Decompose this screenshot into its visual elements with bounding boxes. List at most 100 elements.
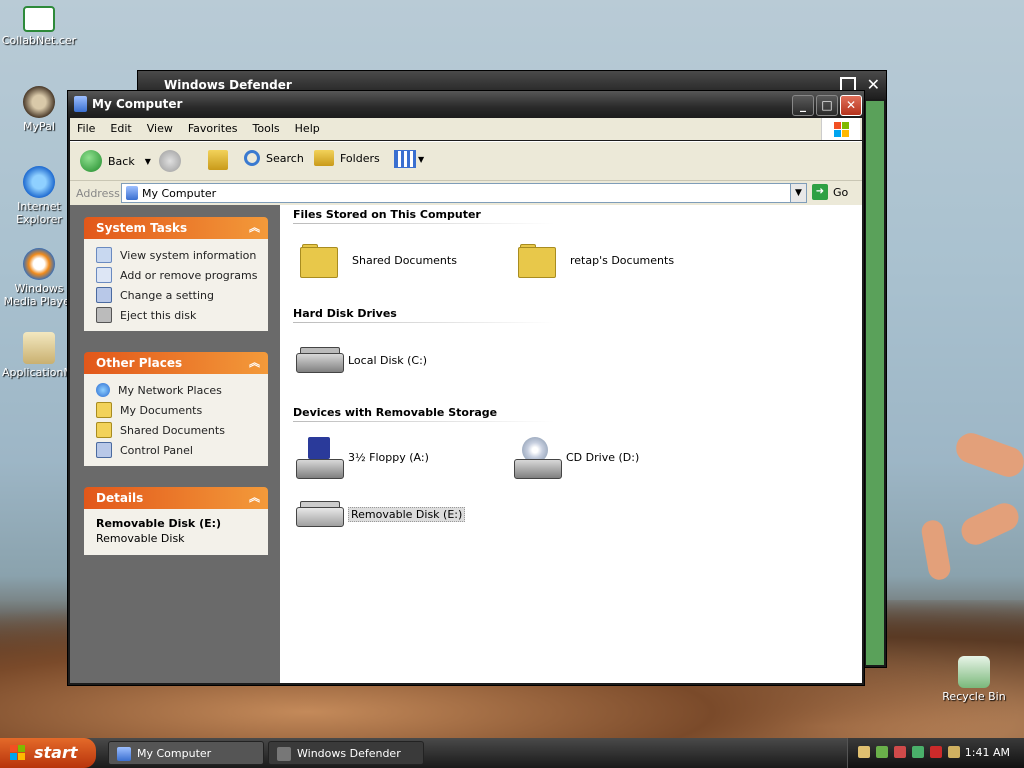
menu-favorites[interactable]: Favorites (181, 118, 246, 135)
address-dropdown-button[interactable]: ▼ (790, 184, 806, 202)
folders-button[interactable]: Folders (314, 150, 380, 166)
tray-icon[interactable] (948, 746, 960, 758)
control-panel-icon (96, 287, 112, 303)
up-button[interactable] (208, 150, 228, 170)
certificate-icon (23, 6, 55, 32)
collapse-chevron-icon[interactable]: ︽ (249, 217, 260, 239)
media-player-icon (23, 248, 55, 280)
my-computer-window[interactable]: My Computer _ □ ✕ File Edit View Favorites T… (67, 90, 865, 686)
windows-logo-icon (821, 118, 860, 140)
system-tray: 1:41 AM (847, 738, 1024, 768)
section-divider (293, 322, 555, 323)
wallpaper-hand (919, 518, 953, 582)
other-places-header[interactable]: Other Places ︽ (84, 352, 268, 374)
clock[interactable]: 1:41 AM (965, 746, 1010, 759)
desktop-icon-internet-explorer[interactable]: Internet Explorer (1, 166, 77, 226)
address-value: My Computer (142, 187, 217, 200)
folder-icon (518, 244, 556, 278)
minimize-button[interactable]: _ (792, 95, 814, 116)
place-my-documents[interactable]: My Documents (96, 400, 268, 420)
item-removable-disk-e[interactable]: Removable Disk (E:) (296, 501, 466, 527)
section-files-stored: Files Stored on This Computer (293, 208, 481, 221)
menu-tools[interactable]: Tools (246, 118, 288, 135)
menu-file[interactable]: File (70, 118, 103, 135)
toolbar: Back ▼ Search Folders ▼ (70, 141, 862, 180)
system-tasks-header[interactable]: System Tasks ︽ (84, 217, 268, 239)
views-icon (394, 150, 416, 168)
network-icon[interactable] (930, 746, 942, 758)
other-places-panel: Other Places ︽ My Network Places My Docu… (84, 352, 268, 466)
go-arrow-icon: ➜ (812, 184, 828, 200)
task-view-system-info[interactable]: View system information (96, 245, 268, 265)
shield-icon[interactable] (894, 746, 906, 758)
removable-drive-icon (296, 501, 344, 527)
taskbar-item-my-computer[interactable]: My Computer (108, 741, 264, 765)
maximize-button[interactable]: □ (816, 95, 838, 116)
taskbar-item-windows-defender[interactable]: Windows Defender (268, 741, 424, 765)
folder-icon (96, 422, 112, 438)
tray-icon[interactable] (912, 746, 924, 758)
tray-icon[interactable] (858, 746, 870, 758)
address-input[interactable]: My Computer ▼ (121, 183, 807, 203)
chevron-down-icon: ▼ (418, 154, 425, 164)
application-icon (23, 332, 55, 364)
network-icon (96, 383, 110, 397)
mouse-cursor-icon (390, 583, 410, 603)
menu-edit[interactable]: Edit (103, 118, 139, 135)
item-shared-documents[interactable]: Shared Documents (300, 244, 457, 278)
place-my-network-places[interactable]: My Network Places (96, 380, 268, 400)
views-button[interactable]: ▼ (394, 150, 424, 168)
item-cd-drive-d[interactable]: CD Drive (D:) (514, 437, 639, 479)
search-button[interactable]: Search (244, 150, 304, 166)
place-shared-documents[interactable]: Shared Documents (96, 420, 268, 440)
menu-view[interactable]: View (140, 118, 181, 135)
raccoon-icon (23, 86, 55, 118)
taskbar: start My Computer Windows Defender 1:41 … (0, 738, 1024, 768)
item-retaps-documents[interactable]: retap's Documents (518, 244, 674, 278)
computer-icon (126, 186, 138, 200)
collapse-chevron-icon[interactable]: ︽ (249, 487, 260, 509)
item-floppy-a[interactable]: 3½ Floppy (A:) (296, 437, 429, 479)
control-panel-icon (96, 442, 112, 458)
details-header[interactable]: Details ︽ (84, 487, 268, 509)
add-remove-icon (96, 267, 112, 283)
tray-icon[interactable] (876, 746, 888, 758)
address-label: Address (76, 187, 120, 200)
menu-help[interactable]: Help (288, 118, 328, 135)
folders-icon (314, 150, 334, 166)
place-control-panel[interactable]: Control Panel (96, 440, 268, 460)
close-icon[interactable]: ✕ (867, 75, 880, 94)
section-divider (293, 421, 555, 422)
item-local-disk-c[interactable]: Local Disk (C:) (296, 347, 427, 373)
windows-flag-icon (10, 745, 25, 760)
window-title: My Computer (92, 97, 183, 111)
system-tasks-panel: System Tasks ︽ View system information A… (84, 217, 268, 331)
menu-bar: File Edit View Favorites Tools Help (70, 118, 862, 140)
start-button[interactable]: start (0, 738, 96, 768)
forward-button[interactable] (159, 150, 187, 172)
address-bar: Address My Computer ▼ ➜ Go (70, 180, 862, 205)
cd-drive-icon (514, 437, 562, 479)
desktop-icon-windows-media-player[interactable]: Windows Media Player (1, 248, 77, 308)
details-type: Removable Disk (96, 532, 185, 545)
defender-green-edge (866, 101, 884, 665)
desktop-icon-collabnet[interactable]: CollabNet.cer (1, 6, 77, 47)
task-eject-disk[interactable]: Eject this disk (96, 305, 268, 325)
collapse-chevron-icon[interactable]: ︽ (249, 352, 260, 374)
back-button[interactable]: Back ▼ (80, 150, 151, 172)
back-arrow-icon (80, 150, 102, 172)
desktop-icon-mypal[interactable]: MyPal (1, 86, 77, 133)
close-button[interactable]: ✕ (840, 95, 862, 116)
up-folder-icon (208, 150, 228, 170)
folder-icon (300, 244, 338, 278)
desktop-icon-application[interactable]: ApplicationMi (1, 332, 77, 379)
task-pane: System Tasks ︽ View system information A… (70, 205, 280, 683)
desktop-icon-recycle-bin[interactable]: Recycle Bin (936, 656, 1012, 703)
task-add-remove-programs[interactable]: Add or remove programs (96, 265, 268, 285)
chevron-down-icon[interactable]: ▼ (145, 157, 151, 166)
task-change-setting[interactable]: Change a setting (96, 285, 268, 305)
go-button[interactable]: ➜ Go (812, 184, 848, 200)
title-bar[interactable]: My Computer _ □ ✕ (68, 91, 864, 118)
search-icon (244, 150, 260, 166)
section-removable: Devices with Removable Storage (293, 406, 498, 419)
